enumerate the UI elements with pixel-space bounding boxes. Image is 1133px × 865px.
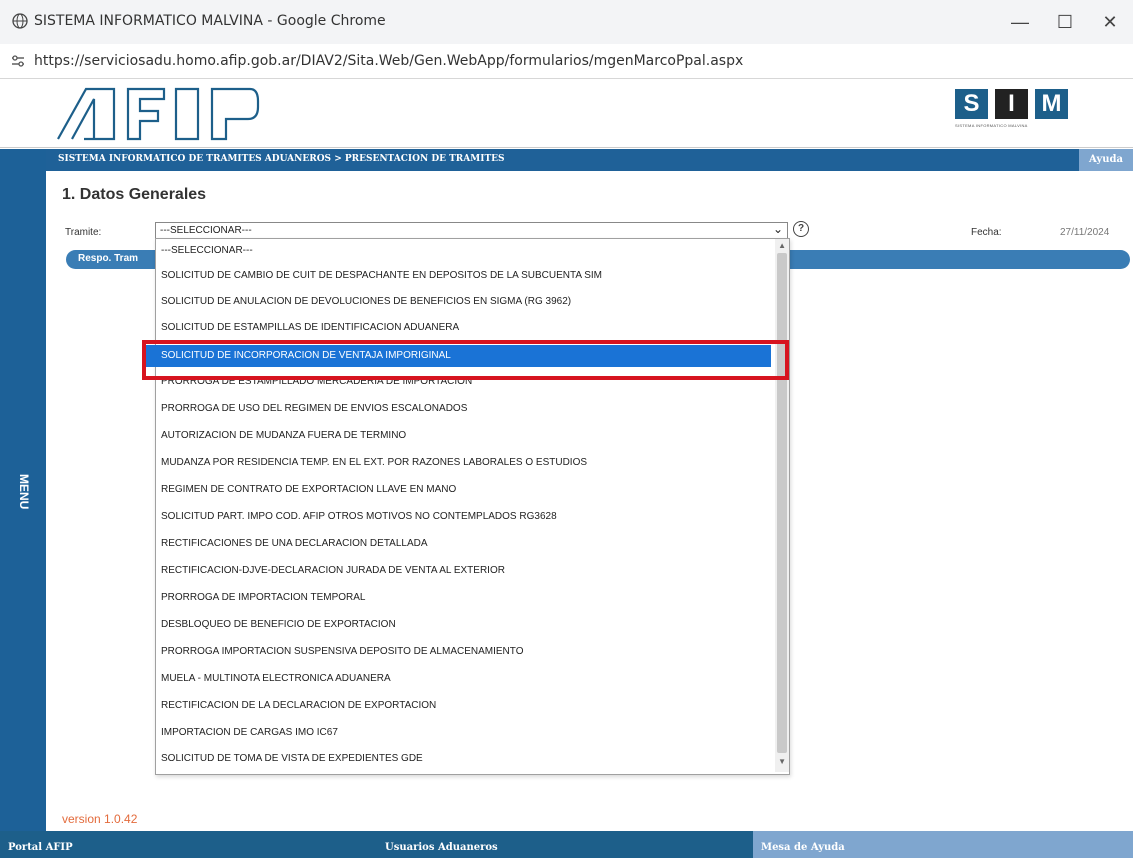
dropdown-option[interactable]: SOLICITUD DE CAMBIO DE CUIT DE DESPACHAN…	[156, 264, 773, 288]
afip-logo	[57, 87, 260, 141]
dropdown-option[interactable]: SOLICITUD DE INCORPORACION DE VENTAJA IM…	[146, 345, 771, 367]
dropdown-option[interactable]: RECTIFICACION DE LA DECLARACION DE EXPOR…	[156, 694, 773, 718]
fecha-value: 27/11/2024	[1060, 227, 1110, 238]
maximize-button[interactable]: ☐	[1050, 8, 1080, 36]
dropdown-option[interactable]: ---SELECCIONAR---	[156, 239, 773, 263]
address-bar[interactable]: https://serviciosadu.homo.afip.gob.ar/DI…	[0, 44, 1133, 79]
browser-title-bar: SISTEMA INFORMATICO MALVINA - Google Chr…	[0, 0, 1133, 45]
sim-caption: SISTEMA INFORMATICO MALVINA	[955, 123, 1028, 128]
tramite-label: Tramite:	[65, 227, 102, 238]
help-icon[interactable]: ?	[793, 221, 809, 237]
dropdown-option[interactable]: AUTORIZACION DE MUDANZA FUERA DE TERMINO	[156, 424, 773, 448]
version-text: version 1.0.42	[62, 812, 138, 826]
dropdown-option[interactable]: REGIMEN DE CONTRATO DE EXPORTACION LLAVE…	[156, 478, 773, 502]
side-menu[interactable]: MENU	[0, 149, 46, 831]
dropdown-option[interactable]: PRORROGA DE ESTAMPILLADO MERCADERIA DE I…	[156, 370, 773, 394]
site-settings-icon[interactable]	[10, 53, 26, 69]
dropdown-option[interactable]: SOLICITUD PART. IMPO COD. AFIP OTROS MOT…	[156, 505, 773, 529]
sim-letter: I	[995, 89, 1028, 119]
dropdown-option[interactable]: RECTIFICACIONES DE UNA DECLARACION DETAL…	[156, 532, 773, 556]
close-button[interactable]: ✕	[1095, 8, 1125, 36]
footer-link-portal[interactable]: Portal AFIP	[8, 831, 73, 858]
ayuda-button[interactable]: Ayuda	[1079, 149, 1133, 171]
dropdown-option[interactable]: SOLICITUD DE TOMA DE VISTA DE EXPEDIENTE…	[156, 747, 773, 771]
footer-link-mesa[interactable]: Mesa de Ayuda	[753, 831, 1133, 858]
site-header: S I M SISTEMA INFORMATICO MALVINA	[0, 79, 1133, 148]
sim-letter: M	[1035, 89, 1068, 119]
scrollbar-thumb[interactable]	[777, 253, 787, 753]
scrollbar[interactable]: ▲ ▼	[775, 239, 789, 772]
respo-tramite-label: Respo. Tram	[78, 253, 139, 264]
dropdown-option[interactable]: PRORROGA IMPORTACION SUSPENSIVA DEPOSITO…	[156, 640, 773, 664]
dropdown-option[interactable]: SOLICITUD DE ANULACION DE DEVOLUCIONES D…	[156, 290, 773, 314]
window-title: SISTEMA INFORMATICO MALVINA - Google Chr…	[34, 13, 386, 29]
dropdown-option[interactable]: DESBLOQUEO DE BENEFICIO DE EXPORTACION	[156, 613, 773, 637]
breadcrumb: SISTEMA INFORMATICO DE TRAMITES ADUANERO…	[46, 149, 1133, 171]
dropdown-option[interactable]: PRORROGA DE IMPORTACION TEMPORAL	[156, 586, 773, 610]
footer-link-usuarios[interactable]: Usuarios Aduaneros	[385, 831, 498, 858]
dropdown-option[interactable]: SOLICITUD DE ESTAMPILLAS DE IDENTIFICACI…	[156, 316, 773, 340]
breadcrumb-text: SISTEMA INFORMATICO DE TRAMITES ADUANERO…	[58, 154, 505, 164]
minimize-button[interactable]: —	[1005, 8, 1035, 36]
dropdown-option[interactable]: MUDANZA POR RESIDENCIA TEMP. EN EL EXT. …	[156, 451, 773, 475]
scroll-up-icon[interactable]: ▲	[778, 241, 786, 250]
tramite-selected-value: ---SELECCIONAR---	[160, 225, 252, 236]
dropdown-option[interactable]: MUELA - MULTINOTA ELECTRONICA ADUANERA	[156, 667, 773, 691]
tramite-dropdown-list[interactable]: SOLICITUD DE TOMA DE VISTA DE EXPEDIENTE…	[146, 238, 790, 775]
dropdown-option[interactable]: PRORROGA DE USO DEL REGIMEN DE ENVIOS ES…	[156, 397, 773, 421]
fecha-label: Fecha:	[971, 227, 1002, 238]
dropdown-option[interactable]: IMPORTACION DE CARGAS IMO IC67	[156, 721, 773, 745]
footer-bar: Portal AFIP Usuarios Aduaneros Mesa de A…	[0, 831, 1133, 858]
scroll-down-icon[interactable]: ▼	[778, 757, 786, 766]
sim-letter: S	[955, 89, 988, 119]
menu-label[interactable]: MENU	[17, 474, 31, 509]
dropdown-option[interactable]: RECTIFICACION-DJVE-DECLARACION JURADA DE…	[156, 559, 773, 583]
globe-icon	[12, 13, 28, 29]
chevron-down-icon[interactable]: ⌄	[773, 222, 783, 236]
url-text[interactable]: https://serviciosadu.homo.afip.gob.ar/DI…	[34, 53, 743, 69]
page-title: 1. Datos Generales	[62, 186, 207, 203]
sim-logo: S I M SISTEMA INFORMATICO MALVINA	[955, 89, 1070, 137]
